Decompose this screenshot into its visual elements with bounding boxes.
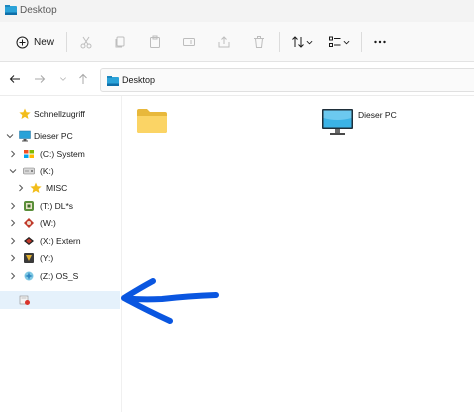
nav-item-drive-z[interactable]: (Z:) OS_S [0, 268, 120, 285]
cut-button[interactable] [76, 32, 96, 52]
new-button[interactable]: New [12, 31, 58, 53]
recent-locations-button[interactable] [56, 72, 70, 86]
delete-button[interactable] [249, 32, 269, 52]
nav-item-drive-k[interactable]: (K:) [0, 163, 120, 180]
drive-icon [24, 237, 34, 245]
more-icon [374, 40, 386, 44]
windows-drive-icon [24, 150, 34, 158]
clipboard-icon [150, 35, 160, 48]
nav-item-label: (W:) [40, 218, 56, 228]
navigation-pane: Schnellzugriff Dieser PC (C:) System (K:… [0, 96, 122, 412]
view-list-icon [329, 36, 341, 47]
share-icon [218, 36, 230, 48]
monitor-icon [19, 130, 31, 142]
view-button[interactable] [325, 32, 353, 52]
up-button[interactable] [76, 72, 90, 86]
chevron-right-icon[interactable] [9, 237, 17, 245]
drive-warning-icon [19, 295, 30, 305]
chevron-right-icon[interactable] [9, 272, 17, 280]
nav-item-label: Dieser PC [34, 131, 73, 141]
arrow-left-icon [9, 75, 20, 83]
monitor-icon[interactable] [321, 108, 354, 136]
star-icon [30, 182, 42, 193]
forward-button[interactable] [33, 72, 47, 86]
nav-item-label: (C:) System [40, 149, 85, 159]
sort-icon [292, 36, 304, 48]
folder-icon[interactable] [136, 108, 168, 134]
drive-icon [23, 167, 35, 175]
new-button-label: New [34, 36, 55, 48]
nav-item-drive-y[interactable]: (Y:) [0, 250, 120, 267]
nav-item-drive-t[interactable]: (T:) DL*s [0, 198, 120, 215]
rename-icon [183, 38, 195, 46]
scissors-icon [80, 36, 92, 49]
hand-drawn-arrow-icon [121, 278, 219, 324]
nav-item-label: (X:) Extern [40, 236, 81, 246]
desktop-folder-icon [5, 5, 17, 15]
back-button[interactable] [8, 72, 22, 86]
nav-item-unnamed-drive[interactable] [0, 291, 120, 309]
drive-icon [24, 253, 34, 263]
drive-icon [24, 218, 34, 228]
command-bar: New [0, 22, 474, 62]
nav-item-drive-w[interactable]: (W:) [0, 215, 120, 232]
star-icon [19, 108, 31, 119]
nav-item-label: (Z:) OS_S [40, 271, 79, 281]
toolbar-divider [279, 32, 280, 52]
address-input[interactable]: Desktop [100, 68, 474, 92]
window-title: Desktop [20, 5, 57, 16]
nav-item-label: (Y:) [40, 253, 54, 263]
this-pc-label: Dieser PC [358, 110, 397, 120]
copy-button[interactable] [110, 32, 130, 52]
chevron-down-icon [343, 40, 350, 44]
arrow-up-icon [79, 73, 87, 84]
sort-button[interactable] [288, 32, 316, 52]
copy-icon [115, 36, 125, 48]
nav-item-schnellzugriff[interactable]: Schnellzugriff [0, 106, 120, 123]
chevron-right-icon[interactable] [9, 150, 17, 158]
title-bar: Desktop [0, 0, 474, 22]
chevron-right-icon[interactable] [17, 184, 25, 192]
nav-item-misc[interactable]: MISC [0, 180, 120, 197]
chevron-right-icon[interactable] [9, 254, 17, 262]
nav-item-label: (T:) DL*s [40, 201, 74, 211]
drive-icon [24, 271, 34, 281]
address-path: Desktop [122, 75, 156, 85]
chevron-right-icon[interactable] [9, 219, 17, 227]
nav-item-dieser-pc[interactable]: Dieser PC [0, 128, 120, 145]
paste-button[interactable] [145, 32, 165, 52]
toolbar-divider [66, 32, 67, 52]
nav-item-label: (K:) [40, 166, 54, 176]
address-bar-row: Desktop [0, 62, 474, 96]
chevron-right-icon[interactable] [9, 202, 17, 210]
plus-circle-icon [16, 36, 29, 48]
desktop-folder-icon [107, 76, 119, 86]
file-view: Dieser PC [122, 96, 474, 412]
more-options-button[interactable] [370, 32, 390, 52]
share-button[interactable] [214, 32, 234, 52]
drive-icon [24, 201, 34, 211]
nav-item-label: MISC [46, 183, 68, 193]
nav-item-drive-x[interactable]: (X:) Extern [0, 233, 120, 250]
nav-item-label: Schnellzugriff [34, 109, 85, 119]
rename-button[interactable] [179, 32, 199, 52]
chevron-down-icon[interactable] [9, 167, 17, 175]
chevron-down-icon[interactable] [6, 132, 14, 140]
chevron-down-icon [306, 40, 313, 44]
toolbar-divider [361, 32, 362, 52]
chevron-down-icon [60, 77, 66, 81]
trash-icon [254, 36, 264, 48]
nav-item-drive-c[interactable]: (C:) System [0, 146, 120, 163]
arrow-right-icon [35, 75, 46, 83]
